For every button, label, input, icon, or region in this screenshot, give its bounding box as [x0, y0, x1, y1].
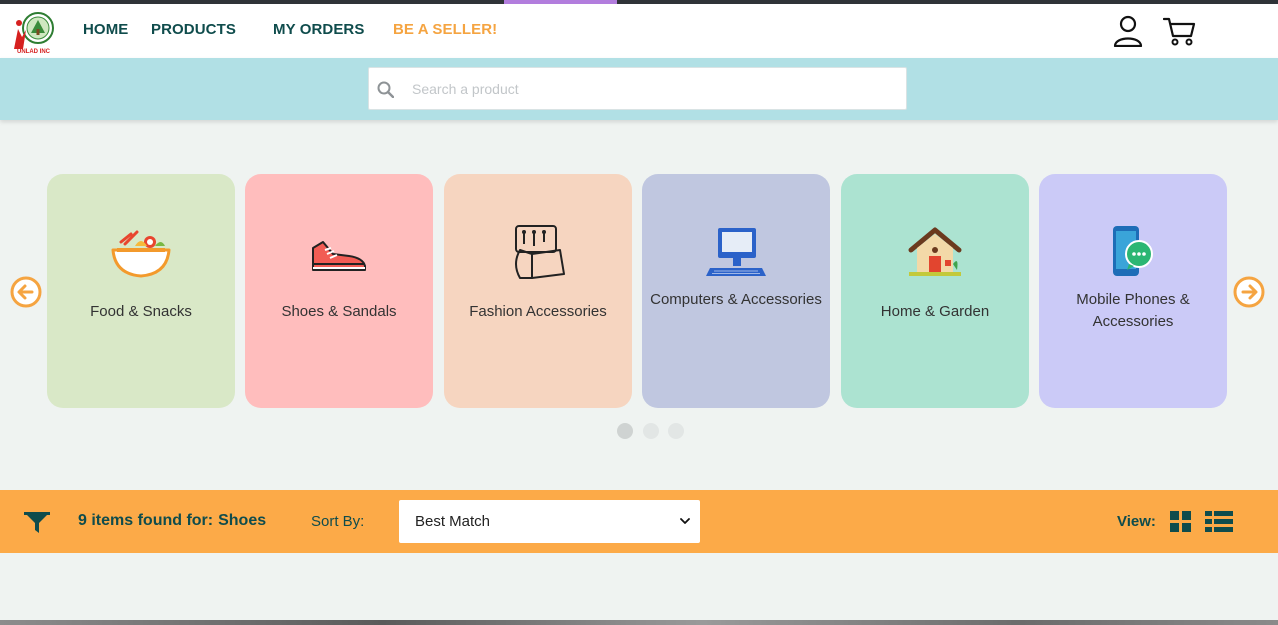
category-label: Mobile Phones & Accessories	[1076, 291, 1190, 330]
category-label: Shoes & Sandals	[281, 303, 397, 320]
search-input[interactable]	[412, 78, 892, 100]
carousel-next-arrow-icon[interactable]	[1233, 276, 1265, 308]
nav-be-a-seller[interactable]: BE A SELLER!	[393, 21, 497, 38]
category-label: Fashion Accessories	[469, 303, 607, 320]
results-toolbar: 9 items found for: Shoes Sort By: Best Ma…	[0, 490, 1278, 553]
filter-funnel-icon[interactable]	[24, 512, 50, 534]
search-icon[interactable]	[377, 81, 394, 98]
chevron-down-icon	[680, 518, 690, 524]
sort-by-label: Sort By:	[311, 513, 365, 530]
category-card-fashion-accessories[interactable]: Fashion Accessories	[444, 174, 632, 408]
logo-text: UNLAD INC	[17, 49, 51, 55]
navbar: UNLAD INC HOME PRODUCTS MY ORDERS BE A S…	[0, 4, 1278, 58]
sneaker-icon	[312, 241, 366, 271]
results-count: 9 items found for: Shoes	[78, 512, 266, 530]
sort-select[interactable]: Best Match	[399, 500, 700, 543]
bottom-image-strip	[0, 620, 1278, 625]
search-band	[0, 58, 1278, 120]
list-view-icon[interactable]	[1205, 511, 1233, 532]
category-card-computers-accessories[interactable]: Computers & Accessories	[642, 174, 830, 408]
category-card-shoes-sandals[interactable]: Shoes & Sandals	[245, 174, 433, 408]
computer-icon	[706, 228, 766, 276]
category-label: Home & Garden	[880, 303, 990, 320]
nav-products[interactable]: PRODUCTS	[151, 21, 236, 38]
accessories-icon	[515, 225, 565, 279]
category-card-home-garden[interactable]: Home & Garden	[841, 174, 1029, 408]
nav-home[interactable]: HOME	[83, 21, 128, 38]
view-label: View:	[1117, 513, 1156, 530]
results-count-text: 9 items found for:	[78, 512, 214, 529]
house-icon	[908, 227, 962, 276]
category-label: Food & Snacks	[90, 303, 192, 320]
user-account-icon[interactable]	[1113, 15, 1143, 47]
category-card-food-snacks[interactable]: Food & Snacks	[47, 174, 235, 408]
grid-view-icon[interactable]	[1170, 511, 1191, 532]
salad-bowl-icon	[111, 230, 171, 278]
carousel-dot-1[interactable]	[617, 423, 633, 439]
carousel-dot-3[interactable]	[668, 423, 684, 439]
nav-my-orders[interactable]: MY ORDERS	[273, 21, 364, 38]
shopping-cart-icon[interactable]	[1163, 16, 1197, 46]
unlad-logo[interactable]: UNLAD INC	[8, 9, 58, 56]
results-query: Shoes	[218, 512, 267, 529]
category-card-mobile-phones-accessories[interactable]: Mobile Phones & Accessories	[1039, 174, 1227, 408]
category-label: Computers & Accessories	[650, 291, 822, 308]
carousel-prev-arrow-icon[interactable]	[10, 276, 42, 308]
carousel-dot-2[interactable]	[643, 423, 659, 439]
search-box[interactable]	[368, 67, 907, 110]
sort-select-value: Best Match	[415, 513, 491, 530]
smartphone-chat-icon	[1113, 226, 1153, 276]
